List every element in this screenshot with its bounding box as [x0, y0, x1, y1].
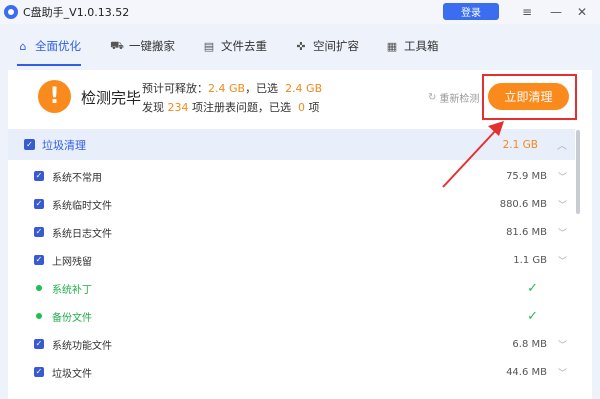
tab-label: 空间扩容: [313, 39, 359, 53]
home-icon: ⌂: [19, 39, 27, 53]
group-label: 垃圾清理: [42, 138, 86, 152]
app-title: C盘助手_V1.0.13.52: [23, 6, 130, 19]
status-dot: [36, 313, 42, 319]
list-item[interactable]: ✓ 系统临时文件 880.6 MB ﹀: [8, 190, 575, 218]
tab-label: 一键搬家: [129, 39, 175, 53]
chevron-down-icon[interactable]: ﹀: [558, 254, 567, 267]
chevron-down-icon[interactable]: ﹀: [558, 338, 567, 351]
list-item[interactable]: ✓ 系统日志文件 81.6 MB ﹀: [8, 218, 575, 246]
chevron-down-icon[interactable]: ﹀: [558, 198, 567, 211]
item-label: 系统临时文件: [52, 200, 112, 212]
truck-icon: ⛟: [110, 38, 124, 52]
app-logo-icon: [4, 5, 18, 19]
list-item[interactable]: ✓ 系统不常用 75.9 MB ﹀: [8, 162, 575, 190]
item-size: 81.6 MB: [506, 226, 547, 238]
item-size: 880.6 MB: [499, 198, 547, 210]
checkmark-icon: ✓: [527, 280, 538, 296]
tab-label: 全面优化: [35, 39, 81, 53]
title-bar: C盘助手_V1.0.13.52 登录 ≡ — ✕: [0, 0, 600, 24]
list-item: 系统补丁 ✓: [8, 274, 575, 302]
release-value: 2.4 GB: [208, 82, 246, 95]
login-button[interactable]: 登录: [443, 3, 499, 20]
item-label: 系统不常用: [52, 172, 102, 184]
minimize-icon[interactable]: —: [547, 3, 565, 21]
rescan-label: 重新检测: [439, 94, 480, 105]
tab-toolbox[interactable]: ▦ 工具箱: [386, 26, 439, 66]
tab-label: 工具箱: [404, 39, 439, 53]
junk-list: ✓ 垃圾清理 2.1 GB ︿ ✓ 系统不常用 75.9 MB ﹀ ✓ 系统临时…: [8, 129, 575, 399]
item-checkbox[interactable]: ✓: [34, 367, 44, 377]
item-checkbox[interactable]: ✓: [34, 255, 44, 265]
item-label: 备份文件: [52, 312, 92, 324]
item-checkbox[interactable]: ✓: [34, 199, 44, 209]
item-checkbox[interactable]: ✓: [34, 227, 44, 237]
warning-icon: !: [38, 80, 71, 113]
release-summary: 预计可释放：2.4 GB，已选 2.4 GB: [142, 80, 322, 96]
release-prefix: 预计可释放：: [142, 82, 208, 95]
item-label: 系统功能文件: [52, 340, 112, 352]
item-size: 75.9 MB: [506, 170, 547, 182]
refresh-icon: ↻: [428, 92, 437, 103]
list-item: 备份文件 ✓: [8, 302, 575, 330]
registry-prefix: 发现: [142, 101, 164, 114]
tab-space-expand[interactable]: ✜ 空间扩容: [295, 26, 359, 66]
item-checkbox[interactable]: ✓: [34, 171, 44, 181]
item-size: 1.1 GB: [513, 254, 547, 266]
tab-one-click-move[interactable]: ⛟ 一键搬家: [110, 26, 175, 66]
file-icon: ▤: [203, 39, 215, 53]
group-size: 2.1 GB: [502, 138, 538, 151]
list-item[interactable]: ✓ 系统功能文件 6.8 MB ﹀: [8, 330, 575, 358]
item-checkbox[interactable]: ✓: [34, 339, 44, 349]
list-scrollbar[interactable]: [576, 130, 580, 214]
item-size: 44.6 MB: [506, 366, 547, 378]
item-size: 6.8 MB: [512, 338, 547, 350]
status-dot: [36, 285, 42, 291]
registry-summary: 发现 234 项注册表问题，已选 0 项: [142, 99, 320, 115]
checkmark-icon: ✓: [527, 308, 538, 324]
chevron-down-icon[interactable]: ﹀: [558, 226, 567, 239]
list-item[interactable]: ✓ 上网残留 1.1 GB ﹀: [8, 246, 575, 274]
list-item[interactable]: ✓ 垃圾文件 44.6 MB ﹀: [8, 358, 575, 386]
main-tabs: ⌂ 全面优化 ⛟ 一键搬家 ▤ 文件去重 ✜ 空间扩容 ▦ 工具箱: [0, 26, 600, 66]
close-icon[interactable]: ✕: [573, 3, 591, 21]
scan-summary: ! 检测完毕 预计可释放：2.4 GB，已选 2.4 GB 发现 234 项注册…: [8, 70, 592, 126]
release-selected: 2.4 GB: [285, 82, 323, 95]
item-label: 系统日志文件: [52, 228, 112, 240]
expand-icon: ✜: [296, 39, 306, 53]
tab-label: 文件去重: [221, 39, 267, 53]
registry-selected: 0: [298, 101, 305, 114]
item-label: 垃圾文件: [52, 368, 92, 380]
tab-full-optimize[interactable]: ⌂ 全面优化: [17, 26, 81, 66]
release-mid: ，已选: [245, 82, 279, 95]
rescan-link[interactable]: ↻ 重新检测: [428, 90, 479, 105]
group-checkbox[interactable]: ✓: [24, 139, 35, 150]
chevron-down-icon[interactable]: ﹀: [558, 170, 567, 183]
toolbox-icon: ▦: [386, 39, 398, 53]
chevron-down-icon[interactable]: ﹀: [558, 366, 567, 379]
clean-now-button[interactable]: 立即清理: [488, 83, 569, 110]
tab-file-dedupe[interactable]: ▤ 文件去重: [203, 26, 267, 66]
registry-mid: 项注册表问题，已选: [192, 101, 291, 114]
registry-count: 234: [167, 101, 189, 114]
chevron-up-icon[interactable]: ︿: [557, 137, 567, 152]
menu-icon[interactable]: ≡: [518, 3, 536, 21]
item-label: 上网残留: [52, 256, 92, 268]
registry-suffix: 项: [308, 101, 320, 114]
scan-status: 检测完毕: [81, 89, 142, 107]
group-row-junk-clean[interactable]: ✓ 垃圾清理 2.1 GB ︿: [8, 129, 575, 160]
item-label: 系统补丁: [52, 284, 92, 296]
